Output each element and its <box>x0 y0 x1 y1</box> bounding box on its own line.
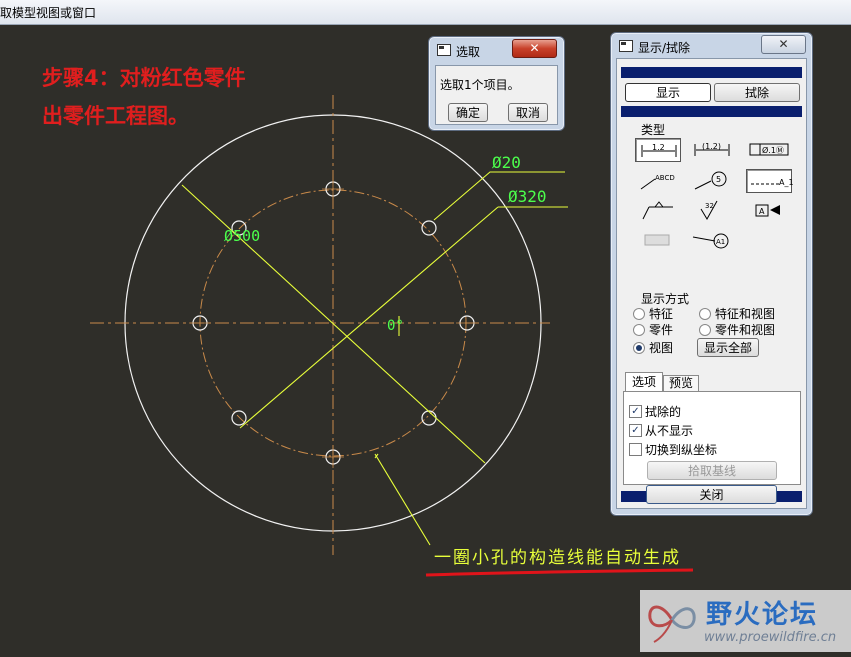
svg-text:5: 5 <box>716 175 721 184</box>
pick-baseline-button[interactable]: 拾取基线 <box>647 461 777 480</box>
note-type-button[interactable]: ABCD <box>635 169 681 193</box>
erased-checkbox[interactable]: ✓ <box>629 405 642 418</box>
show-erase-titlebar[interactable]: 显示/拭除 ✕ <box>611 33 812 59</box>
dim-angle: 0° <box>387 318 404 334</box>
top-menu-text: 取模型视图或窗口 <box>0 6 97 20</box>
show-button[interactable]: 显示 <box>625 83 711 102</box>
dim-d500: Ø500 <box>224 227 260 245</box>
ordinate-checkbox[interactable] <box>629 443 642 456</box>
select-dialog-body: 选取1个项目。 确定 取消 <box>435 65 558 125</box>
app-icon <box>619 40 633 52</box>
axis-type-button[interactable]: A_1 <box>746 169 793 193</box>
step-text-line1: 步骤4：对粉红色零件 <box>42 66 246 90</box>
erase-button[interactable]: 拭除 <box>714 83 800 102</box>
mode-view-label: 视图 <box>649 341 674 355</box>
surface-finish-type-button[interactable]: 32 <box>689 199 735 223</box>
close-button[interactable]: 关闭 <box>646 485 777 504</box>
tab-preview[interactable]: 预览 <box>663 375 699 392</box>
show-all-button[interactable]: 显示全部 <box>697 338 759 357</box>
dimension-type-button[interactable]: 1.2 <box>635 138 681 162</box>
datum-target-type-button[interactable]: A <box>746 199 792 223</box>
navy-band <box>621 106 802 117</box>
watermark-url: www.proewildfire.cn <box>704 630 837 645</box>
top-menu-bar: 取模型视图或窗口 <box>0 0 851 25</box>
select-dialog: 选取 ✕ 选取1个项目。 确定 取消 <box>428 36 565 131</box>
mode-part-radio[interactable] <box>633 324 645 336</box>
red-underline <box>425 568 694 577</box>
erased-label: 拭除的 <box>645 405 682 419</box>
balloon-type-button[interactable]: 5 <box>689 169 735 193</box>
navy-band <box>621 67 802 78</box>
select-dialog-titlebar[interactable]: 选取 ✕ <box>429 37 564 63</box>
caption-text: 一圈小孔的构造线能自动生成 <box>434 548 681 568</box>
hole <box>421 220 437 236</box>
close-icon[interactable]: ✕ <box>761 35 806 54</box>
mode-feature-label: 特征 <box>649 307 674 321</box>
ordinate-label: 切换到纵坐标 <box>645 443 718 457</box>
mode-feature-view-label: 特征和视图 <box>715 307 776 321</box>
show-erase-title: 显示/拭除 <box>638 41 691 55</box>
step-text-line2: 出零件工程图。 <box>42 104 189 128</box>
mode-part-view-label: 零件和视图 <box>715 323 776 337</box>
never-show-checkbox[interactable]: ✓ <box>629 424 642 437</box>
close-icon[interactable]: ✕ <box>512 39 557 58</box>
show-erase-dialog: 显示/拭除 ✕ 显示 拭除 类型 1.2 (1.2) Ø.1Ⓜ ABCD 5 A… <box>610 32 813 516</box>
mode-part-label: 零件 <box>649 323 674 337</box>
dim-d320: Ø320 <box>508 187 547 206</box>
show-erase-body: 显示 拭除 类型 1.2 (1.2) Ø.1Ⓜ ABCD 5 A_1 32 A <box>616 58 807 509</box>
select-message: 选取1个项目。 <box>440 78 520 92</box>
mode-view-radio[interactable] <box>633 342 645 354</box>
svg-text:(1.2): (1.2) <box>702 142 721 151</box>
hole <box>231 410 247 426</box>
svg-text:A_1: A_1 <box>779 178 793 187</box>
hole <box>421 410 437 426</box>
svg-text:A1: A1 <box>716 238 725 246</box>
datum-type-button[interactable]: A1 <box>689 227 735 251</box>
svg-text:1.2: 1.2 <box>652 143 665 152</box>
watermark-name: 野火论坛 <box>706 600 819 630</box>
cosmetic-type-button[interactable] <box>635 227 681 251</box>
ok-button[interactable]: 确定 <box>448 103 488 122</box>
weld-type-button[interactable] <box>635 199 681 223</box>
watermark: 野火论坛 www.proewildfire.cn <box>640 590 851 652</box>
mode-feature-radio[interactable] <box>633 308 645 320</box>
svg-text:A: A <box>759 207 765 216</box>
type-label: 类型 <box>641 123 666 137</box>
svg-text:Ø.1Ⓜ: Ø.1Ⓜ <box>762 145 784 155</box>
svg-text:ABCD: ABCD <box>655 174 675 182</box>
never-show-label: 从不显示 <box>645 424 694 438</box>
select-dialog-title: 选取 <box>456 45 481 59</box>
butterfly-logo-icon <box>648 605 696 643</box>
gtol-type-button[interactable]: Ø.1Ⓜ <box>746 138 792 162</box>
svg-text:32: 32 <box>705 202 714 210</box>
cancel-button[interactable]: 取消 <box>508 103 548 122</box>
dim-d20: Ø20 <box>492 153 521 172</box>
mode-feature-view-radio[interactable] <box>699 308 711 320</box>
mode-part-view-radio[interactable] <box>699 324 711 336</box>
tab-options[interactable]: 选项 <box>625 372 663 392</box>
ref-dimension-type-button[interactable]: (1.2) <box>689 138 735 162</box>
app-icon <box>437 44 451 56</box>
